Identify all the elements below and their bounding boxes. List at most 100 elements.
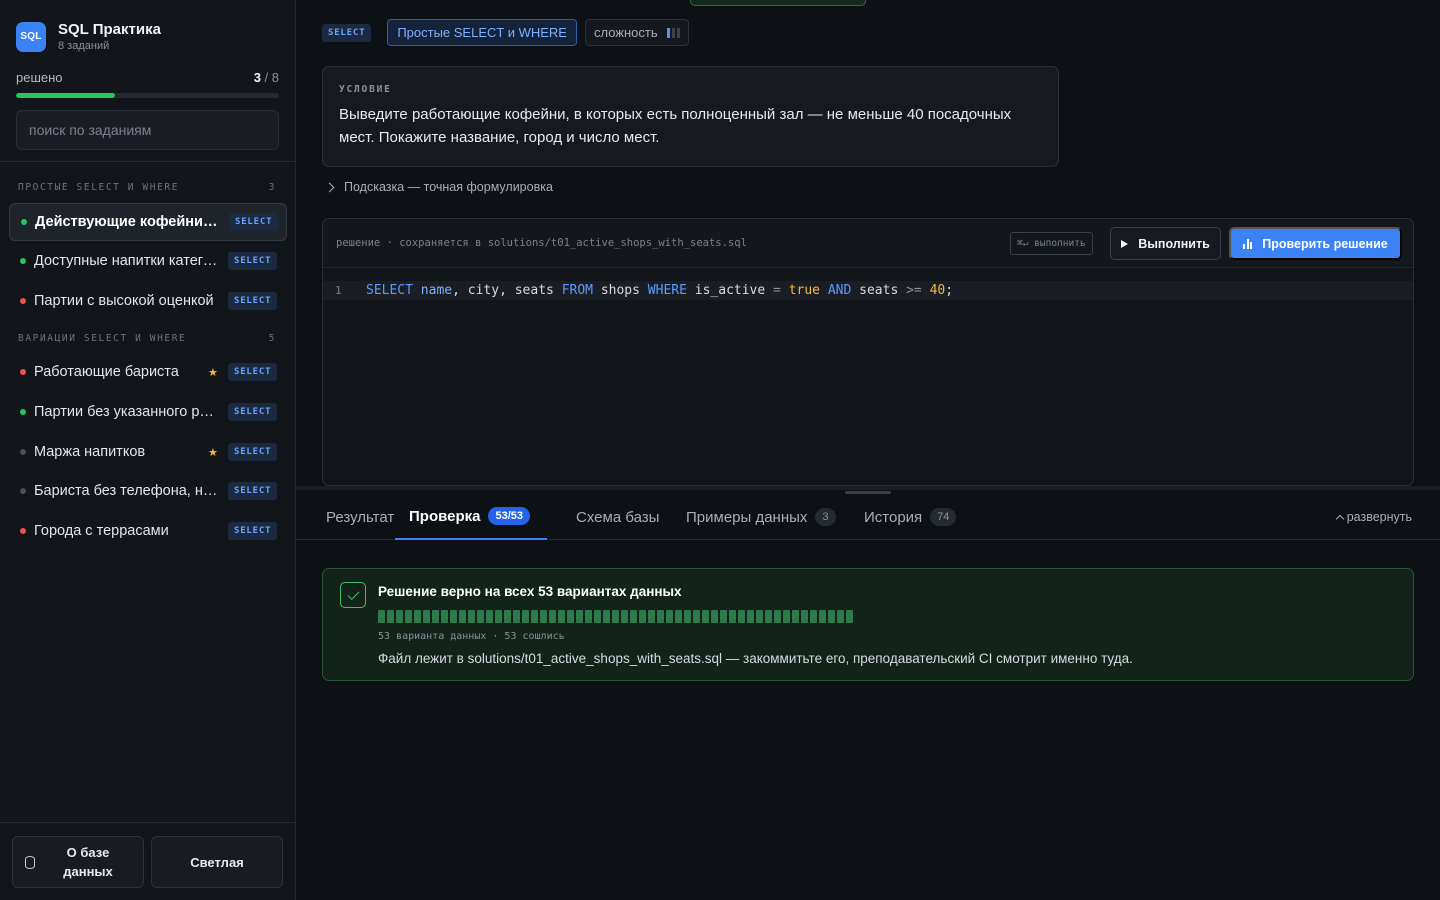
status-dot-icon	[20, 449, 26, 455]
variant-cell	[414, 610, 421, 623]
topic-tag[interactable]: Простые SELECT и WHERE	[387, 19, 577, 46]
variant-cell	[594, 610, 601, 623]
variant-cell	[630, 610, 637, 623]
variant-cell	[639, 610, 646, 623]
task-type-badge: SELECT	[228, 292, 278, 310]
task-group-header: простые select и where 3	[18, 182, 276, 193]
code-text[interactable]: SELECT name, city, seats FROM shops WHER…	[366, 283, 953, 298]
code-token: SELECT	[366, 283, 413, 298]
star-icon: ★	[208, 366, 218, 379]
task-type-badge: SELECT	[228, 403, 278, 421]
difficulty-bar	[676, 27, 680, 38]
run-button[interactable]: Выполнить	[1110, 227, 1221, 260]
check-result-card: Решение верно на всех 53 вариантах данны…	[322, 568, 1414, 681]
status-button-cut	[690, 0, 866, 6]
database-icon	[25, 856, 35, 869]
code-token: seats	[851, 283, 907, 298]
status-dot-icon	[20, 258, 26, 264]
check-solution-button[interactable]: Проверить решение	[1229, 227, 1402, 260]
code-token: AND	[827, 283, 852, 298]
solution-path: решение · сохраняется в solutions/t01_ac…	[336, 237, 747, 249]
variant-cell	[387, 610, 394, 623]
difficulty-bar	[666, 27, 670, 38]
difficulty-bars-icon	[666, 27, 680, 38]
code-token: true	[788, 283, 820, 298]
tab-label: Примеры данных	[686, 508, 808, 526]
variant-cell	[612, 610, 619, 623]
difficulty-bar	[671, 27, 675, 38]
task-type-badge: SELECT	[228, 443, 278, 461]
search-input[interactable]	[16, 110, 279, 150]
sidebar-task-item[interactable]: Доступные напитки категории SELECT	[9, 242, 287, 280]
tab-label: История	[864, 508, 923, 526]
variant-cell	[459, 610, 466, 623]
code-token: 40	[929, 283, 946, 298]
about-db-button[interactable]: О базе данных	[12, 836, 144, 888]
sidebar-task-item[interactable]: Работающие бариста ★ SELECT	[9, 353, 287, 391]
task-group-title: вариации select и where	[18, 333, 187, 344]
task-name: Доступные напитки категории	[34, 253, 220, 269]
task-name: Маржа напитков	[34, 444, 146, 460]
code-token: WHERE	[647, 283, 687, 298]
code-editor[interactable]: решение · сохраняется в solutions/t01_ac…	[322, 218, 1414, 486]
code-token: ;	[945, 283, 954, 298]
status-dot-icon	[21, 219, 27, 225]
task-type-badge: SELECT	[228, 363, 278, 381]
tab-1[interactable]: Проверка 53/53	[395, 494, 548, 540]
variant-cell	[396, 610, 403, 623]
sidebar-task-item[interactable]: Партии без указанного региона SELECT	[9, 393, 287, 431]
task-name: Бариста без телефона, но с email	[34, 483, 220, 499]
code-line[interactable]: 1 SELECT name, city, seats FROM shops WH…	[323, 281, 1413, 300]
sidebar-task-item[interactable]: Бариста без телефона, но с email SELECT	[9, 472, 287, 510]
tab-label: Проверка	[409, 507, 481, 525]
variant-cell	[486, 610, 493, 623]
hint-toggle[interactable]: Подсказка — точная формулировка	[324, 180, 553, 194]
sidebar-task-item[interactable]: Партии с высокой оценкой SELECT	[9, 282, 287, 320]
variant-cell	[558, 610, 565, 623]
tab-0[interactable]: Результат	[326, 494, 394, 540]
variant-cell	[405, 610, 412, 623]
sidebar-task-item[interactable]: Города с террасами SELECT	[9, 512, 287, 550]
task-group-title: простые select и where	[18, 182, 180, 193]
variant-cell	[684, 610, 691, 623]
expand-button[interactable]: развернуть	[1335, 494, 1412, 540]
solved-progress-fill	[16, 93, 115, 98]
code-token: shops	[593, 283, 648, 298]
run-shortcut-hint: ⌘↵ выполнить	[1010, 232, 1093, 255]
variant-cell	[720, 610, 727, 623]
sidebar-task-item[interactable]: Действующие кофейни с залом SELECT	[9, 203, 287, 241]
task-name: Города с террасами	[34, 523, 169, 539]
variant-cell	[765, 610, 772, 623]
status-dot-icon	[20, 369, 26, 375]
variant-cell	[441, 610, 448, 623]
variant-cell	[477, 610, 484, 623]
variant-cell	[468, 610, 475, 623]
app-title: SQL Практика	[58, 21, 161, 38]
task-name: Работающие бариста	[34, 364, 179, 380]
tab-2[interactable]: Схема базы	[576, 494, 659, 540]
tab-4[interactable]: История 74	[864, 494, 957, 540]
tab-3[interactable]: Примеры данных 3	[686, 494, 836, 540]
tab-label: Результат	[326, 508, 395, 526]
task-group-header: вариации select и where 5	[18, 333, 276, 344]
variant-cell	[585, 610, 592, 623]
code-token: >=	[906, 283, 922, 298]
variant-cell	[792, 610, 799, 623]
brand: SQL SQL Практика 8 заданий	[16, 21, 161, 52]
variant-cell	[567, 610, 574, 623]
sidebar-task-item[interactable]: Маржа напитков ★ SELECT	[9, 433, 287, 471]
commit-note: Файл лежит в solutions/t01_active_shops_…	[378, 651, 1133, 666]
check-result-title: Решение верно на всех 53 вариантах данны…	[378, 584, 682, 599]
variant-cell	[432, 610, 439, 623]
theme-toggle-button[interactable]: Светлая	[151, 836, 283, 888]
variant-cell	[729, 610, 736, 623]
chevron-right-icon	[324, 182, 335, 192]
task-badges: SELECT Простые SELECT и WHERE сложность	[322, 19, 689, 46]
solved-label: решено	[16, 70, 63, 85]
variant-cell	[378, 610, 385, 623]
panel-splitter[interactable]	[296, 486, 1440, 490]
variant-cell	[810, 610, 817, 623]
condition-label: УСЛОВИЕ	[339, 84, 392, 95]
